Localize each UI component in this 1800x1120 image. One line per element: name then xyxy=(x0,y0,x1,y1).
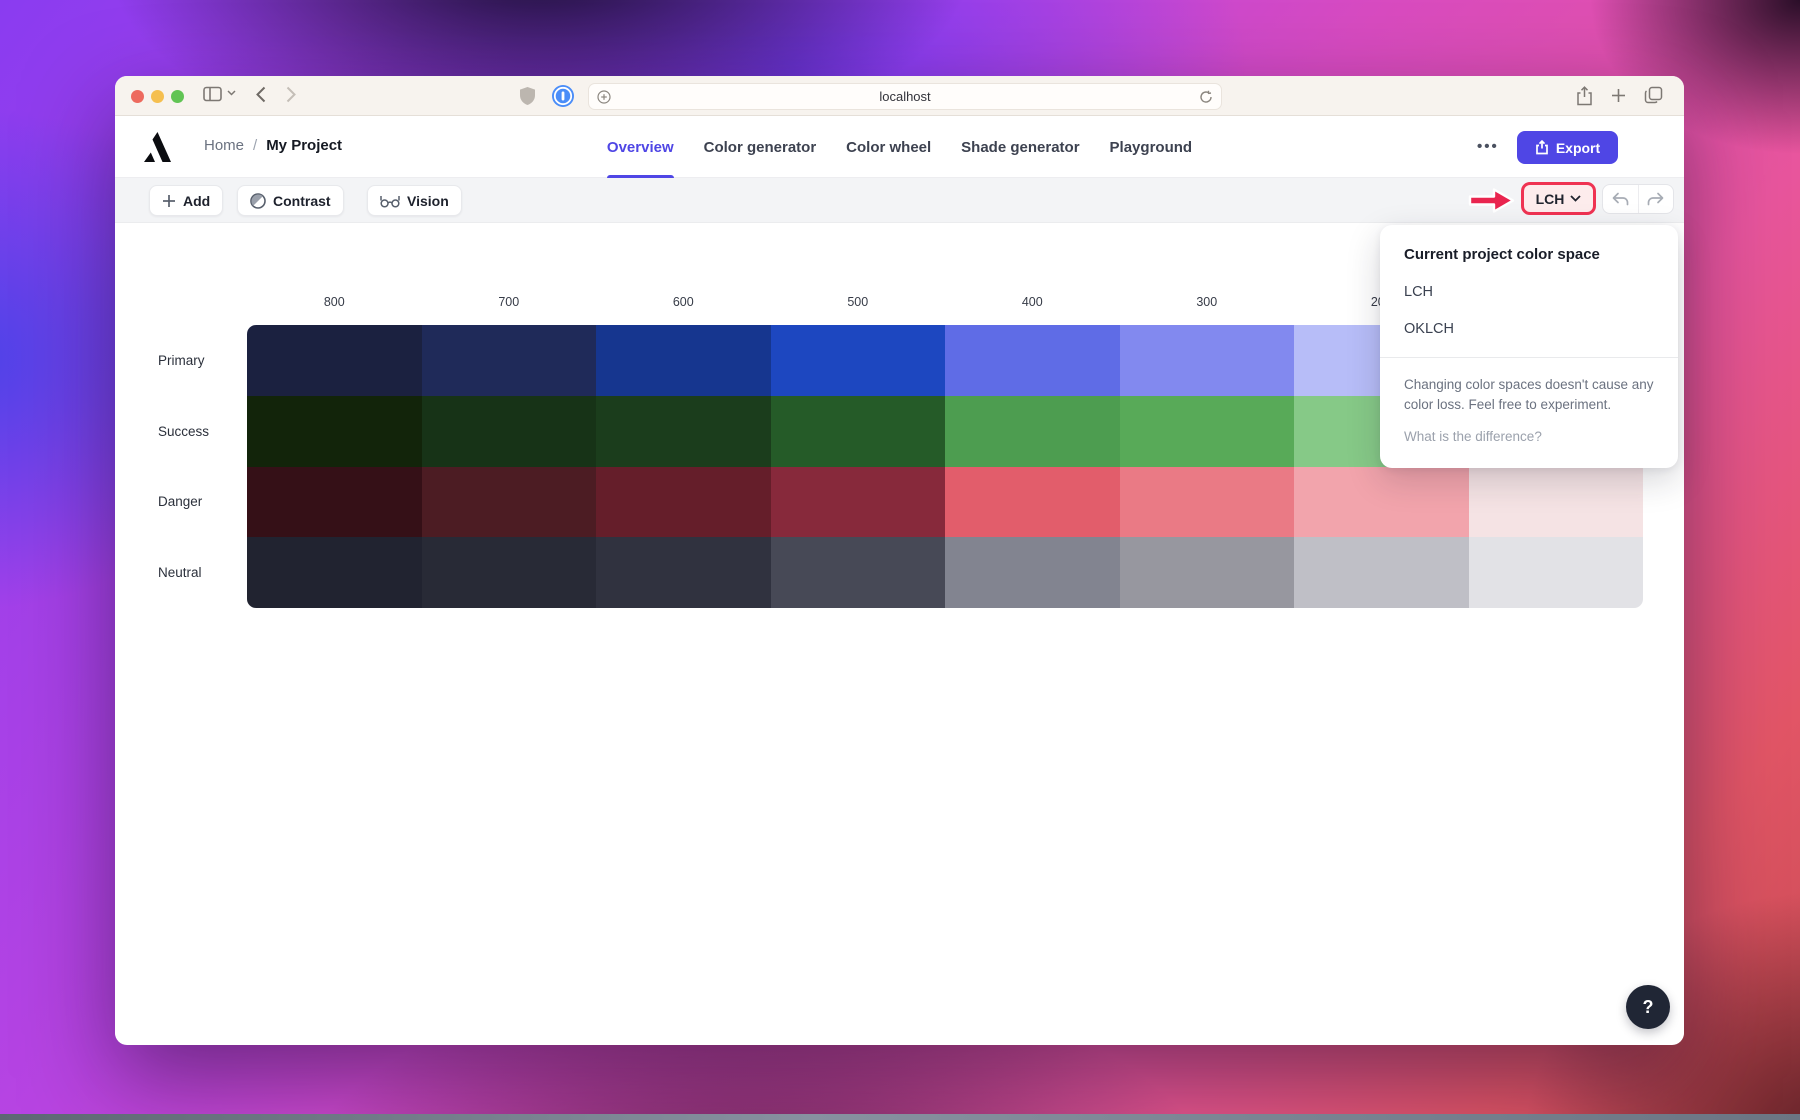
palette-cell-neutral-600[interactable] xyxy=(596,537,771,608)
contrast-button[interactable]: Contrast xyxy=(237,185,344,216)
palette-cell-success-600[interactable] xyxy=(596,396,771,467)
palette-cell-danger-300[interactable] xyxy=(1120,467,1295,538)
browser-window: localhost xyxy=(115,76,1684,1045)
close-window-button[interactable] xyxy=(131,90,144,103)
contrast-label: Contrast xyxy=(273,193,331,209)
chevron-down-icon[interactable] xyxy=(227,90,236,96)
contrast-icon xyxy=(250,193,266,209)
palette-cell-neutral-500[interactable] xyxy=(771,537,946,608)
bottom-strip xyxy=(0,1114,1800,1120)
url-text: localhost xyxy=(879,89,930,104)
forward-button-icon[interactable] xyxy=(286,86,296,103)
glasses-icon xyxy=(380,194,400,208)
main-nav: Overview Color generator Color wheel Shade … xyxy=(115,116,1684,178)
redo-button[interactable] xyxy=(1638,185,1674,213)
export-button[interactable]: Export xyxy=(1517,131,1618,164)
address-bar[interactable]: localhost xyxy=(588,83,1222,110)
export-share-icon xyxy=(1535,140,1549,155)
palette-cell-primary-800[interactable] xyxy=(247,325,422,396)
palette-cell-success-700[interactable] xyxy=(422,396,597,467)
toolbar: Add Contrast Vision LCH xyxy=(115,178,1684,223)
column-header-800: 800 xyxy=(247,295,422,309)
column-header-600: 600 xyxy=(596,295,771,309)
palette-row-labels: PrimarySuccessDangerNeutral xyxy=(158,325,209,608)
reload-icon[interactable] xyxy=(1199,90,1213,104)
color-space-value: LCH xyxy=(1536,191,1565,207)
tab-color-wheel[interactable]: Color wheel xyxy=(846,116,931,178)
tab-overview[interactable]: Overview xyxy=(607,116,674,178)
palette-cell-primary-600[interactable] xyxy=(596,325,771,396)
browser-chrome: localhost xyxy=(115,76,1684,116)
palette-cell-neutral-400[interactable] xyxy=(945,537,1120,608)
palette-cell-danger-600[interactable] xyxy=(596,467,771,538)
row-label-danger: Danger xyxy=(158,467,209,538)
dropdown-divider xyxy=(1380,357,1678,358)
palette-cell-danger-100[interactable] xyxy=(1469,467,1644,538)
export-label: Export xyxy=(1556,140,1600,156)
palette-cell-danger-500[interactable] xyxy=(771,467,946,538)
palette-cell-danger-400[interactable] xyxy=(945,467,1120,538)
column-header-500: 500 xyxy=(771,295,946,309)
chevron-down-icon xyxy=(1570,195,1581,202)
tab-color-generator[interactable]: Color generator xyxy=(704,116,817,178)
palette-cell-danger-200[interactable] xyxy=(1294,467,1469,538)
palette-cell-danger-700[interactable] xyxy=(422,467,597,538)
minimize-window-button[interactable] xyxy=(151,90,164,103)
add-label: Add xyxy=(183,193,210,209)
vision-label: Vision xyxy=(407,193,449,209)
row-label-success: Success xyxy=(158,396,209,467)
palette-cell-neutral-700[interactable] xyxy=(422,537,597,608)
vision-button[interactable]: Vision xyxy=(367,185,462,216)
color-space-dropdown-panel: Current project color space LCH OKLCH Cha… xyxy=(1380,225,1678,468)
palette-cell-success-800[interactable] xyxy=(247,396,422,467)
column-header-300: 300 xyxy=(1120,295,1295,309)
palette-cell-primary-700[interactable] xyxy=(422,325,597,396)
sidebar-toggle-icon[interactable] xyxy=(203,86,222,102)
column-header-700: 700 xyxy=(422,295,597,309)
palette-cell-primary-500[interactable] xyxy=(771,325,946,396)
tab-shade-generator[interactable]: Shade generator xyxy=(961,116,1079,178)
privacy-shield-icon[interactable] xyxy=(520,87,535,105)
undo-button[interactable] xyxy=(1603,185,1638,213)
more-menu-button[interactable]: ••• xyxy=(1477,138,1499,155)
dropdown-title: Current project color space xyxy=(1404,246,1654,263)
color-space-dropdown-button[interactable]: LCH xyxy=(1521,182,1596,215)
palette-cell-primary-300[interactable] xyxy=(1120,325,1295,396)
undo-redo-group xyxy=(1602,184,1674,214)
palette-cell-neutral-100[interactable] xyxy=(1469,537,1644,608)
app-header: Home / My Project OverviewColor generato… xyxy=(115,116,1684,178)
annotation-arrow-icon xyxy=(1467,186,1517,215)
back-button-icon[interactable] xyxy=(256,86,266,103)
dropdown-option-lch[interactable]: LCH xyxy=(1404,284,1654,300)
palette-cell-danger-800[interactable] xyxy=(247,467,422,538)
plus-icon xyxy=(162,194,176,208)
share-icon[interactable] xyxy=(1576,86,1593,106)
onepassword-extension-icon[interactable] xyxy=(551,84,575,108)
add-color-button[interactable]: Add xyxy=(149,185,223,216)
palette-cell-neutral-200[interactable] xyxy=(1294,537,1469,608)
dropdown-options: LCH OKLCH xyxy=(1404,284,1654,337)
column-header-400: 400 xyxy=(945,295,1120,309)
row-label-primary: Primary xyxy=(158,325,209,396)
tab-playground[interactable]: Playground xyxy=(1110,116,1193,178)
row-label-neutral: Neutral xyxy=(158,537,209,608)
palette-cell-success-400[interactable] xyxy=(945,396,1120,467)
site-settings-icon[interactable] xyxy=(597,90,611,104)
palette-cell-success-500[interactable] xyxy=(771,396,946,467)
palette-cell-neutral-800[interactable] xyxy=(247,537,422,608)
palette-cell-neutral-300[interactable] xyxy=(1120,537,1295,608)
dropdown-note: Changing color spaces doesn't cause any … xyxy=(1404,375,1654,416)
tab-overview-icon[interactable] xyxy=(1644,86,1663,104)
dropdown-option-oklch[interactable]: OKLCH xyxy=(1404,321,1654,337)
new-tab-icon[interactable] xyxy=(1611,88,1626,103)
palette-cell-primary-400[interactable] xyxy=(945,325,1120,396)
help-label: ? xyxy=(1643,997,1654,1018)
zoom-window-button[interactable] xyxy=(171,90,184,103)
dropdown-difference-link[interactable]: What is the difference? xyxy=(1404,429,1654,444)
palette-cell-success-300[interactable] xyxy=(1120,396,1295,467)
help-button[interactable]: ? xyxy=(1626,985,1670,1029)
